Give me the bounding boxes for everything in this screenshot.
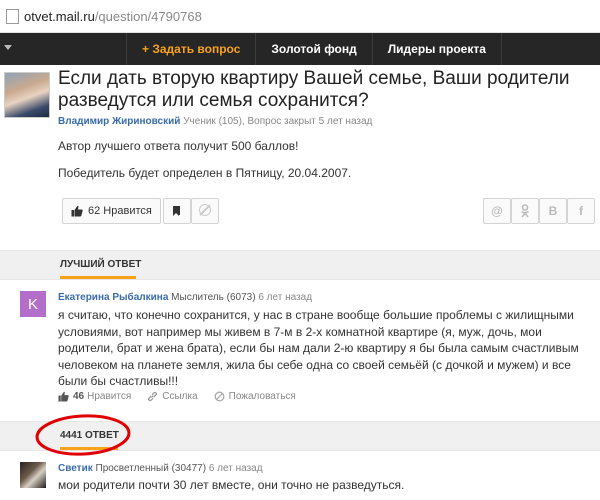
answer2-author-link[interactable]: Светик	[58, 463, 93, 474]
answers-count-header: 4441 ОТВЕТ	[0, 421, 600, 451]
mail-at-icon: @	[491, 204, 503, 218]
best-answer-text: я считаю, что конечно сохранится, у нас …	[58, 308, 579, 388]
menu-caret-icon[interactable]	[4, 45, 12, 50]
bookmark-icon	[173, 206, 180, 216]
odnoklassniki-icon	[521, 204, 529, 218]
prohibited-icon	[214, 391, 225, 402]
best-answer-underline	[60, 276, 136, 279]
tab-project-leaders[interactable]: Лидеры проекта	[371, 33, 502, 65]
answer-meta: Екатерина Рыбалкина Мыслитель (6073) 6 л…	[58, 292, 312, 303]
answer2-time: 6 лет назад	[208, 463, 263, 474]
question-author-avatar[interactable]	[4, 72, 50, 118]
answer-author-link[interactable]: Екатерина Рыбалкина	[58, 292, 168, 303]
answer-report-button[interactable]: Пожаловаться	[214, 391, 296, 402]
share-vk-button[interactable]: B	[539, 198, 567, 224]
answer-time: 6 лет назад	[258, 292, 313, 303]
question-text-line1: Автор лучшего ответа получит 500 баллов!	[58, 139, 299, 153]
share-mail-button[interactable]: @	[483, 198, 511, 224]
tab-golden-fund[interactable]: Золотой фонд	[255, 33, 371, 65]
answer2-author-rank: Просветленный (30477)	[95, 463, 207, 474]
question-like-button[interactable]: 62 Нравится	[62, 198, 161, 224]
url-host: otvet.mail.ru	[24, 8, 95, 24]
link-icon	[148, 391, 158, 402]
facebook-icon: f	[579, 204, 583, 218]
question-text-line2: Победитель будет определен в Пятницу, 20…	[58, 166, 352, 180]
question-meta-text: Ученик (105), Вопрос закрыт 5 лет назад	[183, 116, 373, 127]
url-path: /question/4790768	[94, 8, 202, 24]
share-ok-button[interactable]	[511, 198, 539, 224]
answer2-meta: Светик Просветленный (30477) 6 лет назад	[58, 463, 263, 474]
question-like-label: 62 Нравится	[88, 205, 152, 217]
answer-report-label: Пожаловаться	[228, 391, 296, 402]
answer2-text: мои родители почти 30 лет вместе, они то…	[58, 478, 405, 492]
answer-link-button[interactable]: Ссылка	[147, 391, 198, 402]
answer-like-count: 46	[73, 391, 85, 402]
thumbs-up-icon	[58, 391, 69, 402]
bookmark-button[interactable]	[163, 198, 191, 224]
question-meta: Владимир Жириновский Ученик (105), Вопро…	[58, 116, 372, 127]
question-title: Если дать вторую квартиру Вашей семье, В…	[58, 68, 570, 111]
answer2-author-avatar[interactable]	[20, 462, 46, 488]
top-navbar: + Задать вопрос Золотой фонд Лидеры прое…	[0, 33, 600, 65]
best-answer-header: ЛУЧШИЙ ОТВЕТ	[0, 250, 600, 280]
share-fb-button[interactable]: f	[567, 198, 595, 224]
address-bar[interactable]: otvet.mail.ru/question/4790768	[0, 0, 600, 33]
answer-link-label: Ссылка	[162, 391, 198, 402]
prohibited-icon	[199, 204, 211, 216]
best-answer-label: ЛУЧШИЙ ОТВЕТ	[60, 259, 142, 270]
answer-like-button[interactable]: 46 Нравится	[58, 391, 131, 402]
answers-count-underline	[60, 447, 118, 450]
answer-like-label: Нравится	[87, 391, 132, 402]
question-author-link[interactable]: Владимир Жириновский	[58, 116, 180, 127]
block-button[interactable]	[191, 198, 219, 224]
answer-author-avatar[interactable]: K	[20, 291, 46, 317]
answer-author-rank: Мыслитель (6073)	[171, 292, 256, 303]
ask-question-button[interactable]: + Задать вопрос	[126, 33, 255, 65]
answer-actions: 46 Нравится Ссылка Пожаловаться	[58, 391, 312, 402]
answers-count-label: 4441 ОТВЕТ	[60, 430, 119, 441]
vk-icon: B	[548, 204, 558, 218]
thumbs-up-icon	[71, 205, 83, 217]
page-icon	[6, 8, 19, 24]
